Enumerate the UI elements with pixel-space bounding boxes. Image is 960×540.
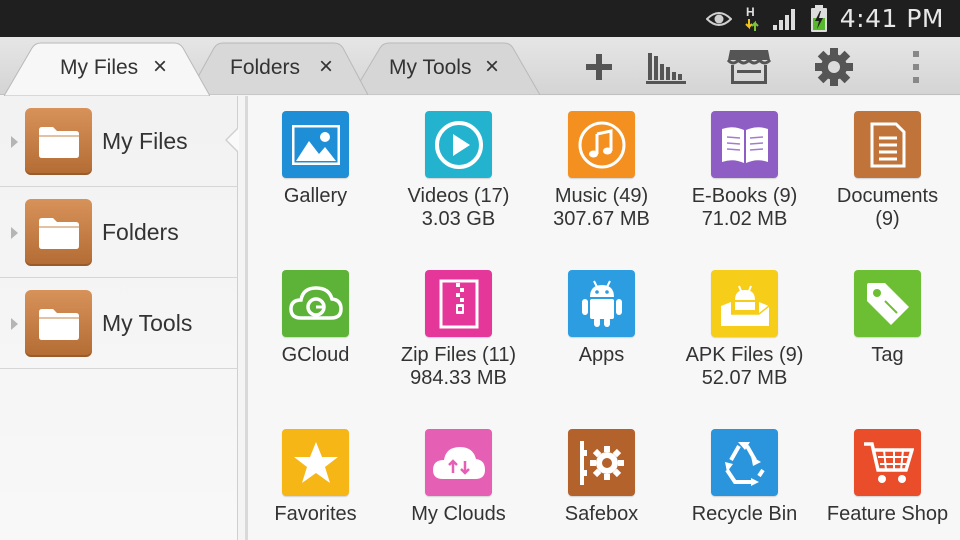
gcloud-icon bbox=[282, 270, 349, 337]
expand-arrow-icon[interactable] bbox=[11, 227, 18, 239]
video-play-icon bbox=[425, 111, 492, 178]
sidebar-item-label: My Files bbox=[102, 128, 188, 154]
tile-label: Safebox bbox=[564, 503, 639, 525]
tab-my-files[interactable]: My Files × bbox=[4, 42, 210, 96]
tile-label: APK Files (9) bbox=[685, 344, 804, 366]
add-icon bbox=[586, 54, 612, 80]
gallery-icon bbox=[282, 111, 349, 178]
tile-sublabel: 52.07 MB bbox=[701, 367, 788, 389]
tile-sublabel: 984.33 MB bbox=[410, 367, 507, 389]
sidebar: My Files Folders My Tools bbox=[0, 96, 239, 540]
cart-icon bbox=[854, 429, 921, 496]
sidebar-item-label: Folders bbox=[102, 219, 179, 245]
tile-label: Videos (17) bbox=[407, 185, 510, 207]
tile-label: GCloud bbox=[281, 344, 350, 366]
shop-button[interactable] bbox=[721, 45, 777, 89]
tile-sublabel: 307.67 MB bbox=[553, 208, 650, 230]
analyze-button[interactable] bbox=[638, 45, 694, 89]
battery-charging-icon bbox=[810, 4, 828, 33]
shop-icon bbox=[727, 50, 771, 84]
tile-sublabel: (9) bbox=[875, 208, 900, 230]
overflow-menu-button[interactable] bbox=[888, 45, 944, 89]
network-type-letter: H bbox=[746, 5, 755, 19]
tile-label: Zip Files (11) bbox=[400, 344, 517, 366]
status-bar: H 4:41 PM bbox=[0, 0, 960, 37]
folder-icon bbox=[25, 199, 92, 266]
category-grid: Gallery Videos (17) 3.03 GB Music (49) 3… bbox=[248, 96, 960, 540]
zip-icon bbox=[425, 270, 492, 337]
tile-label: Music (49) bbox=[554, 185, 649, 207]
close-tab-icon[interactable]: × bbox=[319, 55, 333, 79]
folder-icon bbox=[25, 108, 92, 175]
expand-arrow-icon[interactable] bbox=[11, 136, 18, 148]
tab-my-tools[interactable]: My Tools × bbox=[352, 42, 540, 95]
bar-chart-icon bbox=[646, 53, 686, 84]
tile-label: Gallery bbox=[283, 185, 348, 207]
expand-arrow-icon[interactable] bbox=[11, 318, 18, 330]
tile-label: Documents bbox=[836, 185, 939, 207]
apk-box-icon bbox=[711, 270, 778, 337]
sidebar-item-my-tools[interactable]: My Tools bbox=[0, 278, 238, 369]
tab-folders[interactable]: Folders × bbox=[188, 42, 368, 95]
tab-bar: My Tools × Folders × My Files × bbox=[0, 37, 960, 96]
document-icon bbox=[854, 111, 921, 178]
tile-label: Apps bbox=[578, 344, 625, 366]
sidebar-item-label: My Tools bbox=[102, 310, 193, 336]
settings-gear-icon bbox=[815, 48, 853, 86]
tag-icon bbox=[854, 270, 921, 337]
sidebar-item-folders[interactable]: Folders bbox=[0, 187, 238, 278]
add-button[interactable] bbox=[571, 45, 627, 89]
eye-icon bbox=[705, 10, 732, 28]
overflow-menu-icon bbox=[913, 51, 919, 83]
tile-label: Favorites bbox=[274, 503, 357, 525]
data-transfer-icon: H bbox=[744, 5, 760, 33]
android-icon bbox=[568, 270, 635, 337]
tile-sublabel: 3.03 GB bbox=[421, 208, 496, 230]
safe-icon bbox=[568, 429, 635, 496]
cloud-sync-icon bbox=[425, 429, 492, 496]
sidebar-item-my-files[interactable]: My Files bbox=[0, 96, 239, 187]
settings-button[interactable] bbox=[806, 45, 862, 89]
tile-label: My Clouds bbox=[411, 503, 506, 525]
folder-icon bbox=[25, 290, 92, 357]
recycle-icon bbox=[711, 429, 778, 496]
tile-label: Tag bbox=[871, 344, 904, 366]
close-tab-icon[interactable]: × bbox=[153, 55, 167, 79]
star-icon bbox=[282, 429, 349, 496]
music-note-icon bbox=[568, 111, 635, 178]
tile-label: Feature Shop bbox=[826, 503, 949, 525]
tile-label: E-Books (9) bbox=[691, 185, 798, 207]
book-icon bbox=[711, 111, 778, 178]
tab-label: My Files bbox=[60, 56, 139, 79]
close-tab-icon[interactable]: × bbox=[485, 55, 499, 79]
status-clock: 4:41 PM bbox=[839, 4, 944, 33]
signal-icon bbox=[772, 7, 798, 31]
tile-sublabel: 71.02 MB bbox=[701, 208, 788, 230]
selection-indicator-fill bbox=[227, 128, 239, 152]
tab-label: Folders bbox=[230, 56, 301, 79]
tab-label: My Tools bbox=[389, 56, 472, 79]
tile-label: Recycle Bin bbox=[691, 503, 798, 525]
